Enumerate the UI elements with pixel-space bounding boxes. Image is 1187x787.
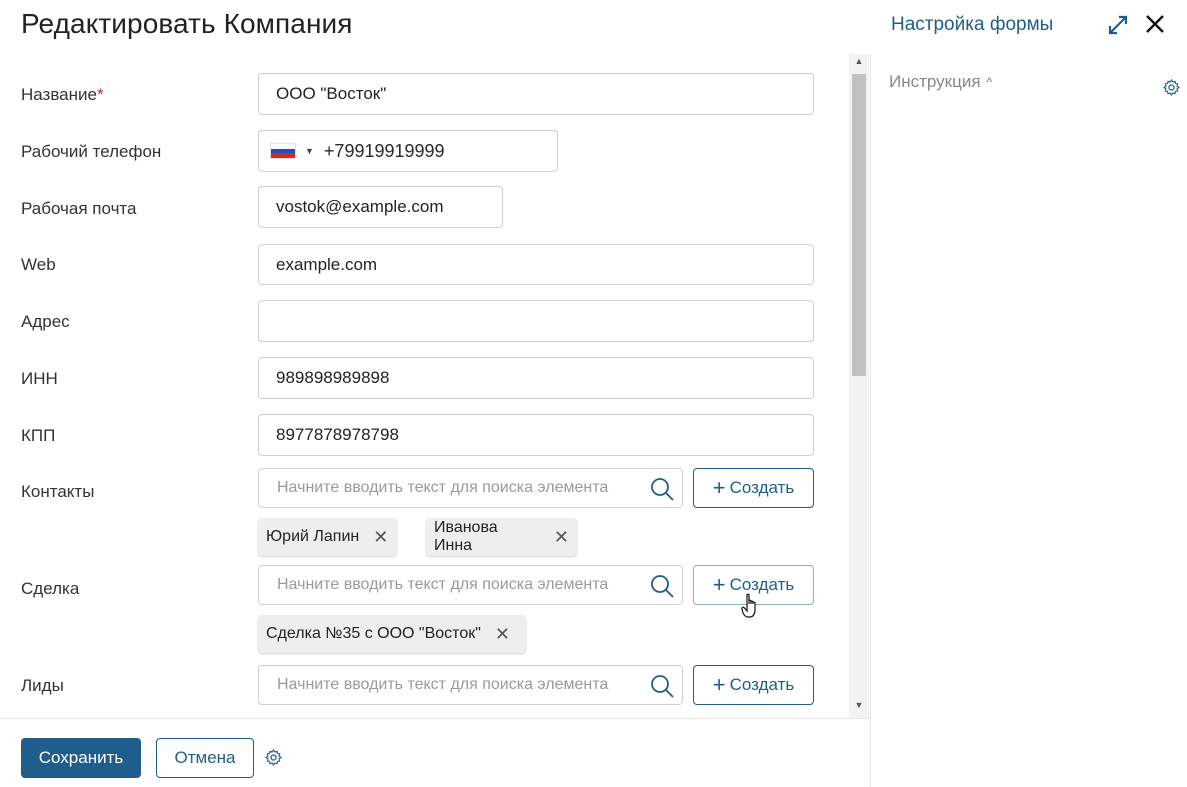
- web-label: Web: [21, 255, 56, 274]
- scrollbar[interactable]: ▲ ▼: [849, 54, 869, 718]
- chevron-up-icon: ^: [986, 75, 993, 89]
- contacts-label: Контакты: [21, 482, 95, 501]
- scroll-down-icon[interactable]: ▼: [849, 700, 869, 716]
- contacts-create-button[interactable]: + Создать: [693, 468, 814, 508]
- leads-create-button[interactable]: + Создать: [693, 665, 814, 705]
- email-label: Рабочая почта: [21, 199, 137, 218]
- contacts-search-placeholder: Начните вводить текст для поиска элемент…: [277, 479, 609, 496]
- gear-icon[interactable]: [264, 748, 283, 767]
- cancel-button[interactable]: Отмена: [156, 738, 254, 778]
- address-field[interactable]: [258, 300, 814, 342]
- deal-search-input[interactable]: Начните вводить текст для поиска элемент…: [258, 565, 683, 605]
- contact-tag: Иванова Инна ✕: [426, 518, 577, 556]
- kpp-field[interactable]: 8977878978798: [258, 414, 814, 456]
- instruction-toggle[interactable]: Инструкция ^: [889, 72, 992, 92]
- hand-cursor-icon: [741, 593, 756, 618]
- search-icon[interactable]: [649, 476, 675, 502]
- page-title: Редактировать Компания: [21, 8, 353, 39]
- address-label: Адрес: [21, 312, 70, 331]
- remove-icon[interactable]: ✕: [373, 527, 388, 548]
- name-label: Название*: [21, 85, 104, 104]
- deal-search-placeholder: Начните вводить текст для поиска элемент…: [277, 576, 609, 593]
- email-field[interactable]: vostok@example.com: [258, 186, 503, 228]
- contact-tag: Юрий Лапин ✕: [258, 518, 397, 556]
- panel-divider: [870, 54, 871, 787]
- russia-flag-icon[interactable]: [270, 143, 296, 159]
- close-icon[interactable]: [1142, 11, 1168, 37]
- plus-icon: +: [712, 672, 726, 697]
- inn-label: ИНН: [21, 369, 58, 388]
- name-field[interactable]: ООО "Восток": [258, 73, 814, 115]
- gear-icon[interactable]: [1162, 78, 1181, 97]
- leads-label: Лиды: [21, 676, 64, 695]
- phone-value: +79919919999: [323, 140, 445, 161]
- expand-icon[interactable]: [1106, 13, 1130, 37]
- chevron-down-icon[interactable]: ▼: [305, 146, 314, 156]
- kpp-label: КПП: [21, 426, 56, 445]
- remove-icon[interactable]: ✕: [554, 527, 569, 548]
- deal-tag: Сделка №35 с ООО "Восток" ✕: [258, 615, 526, 653]
- leads-search-input[interactable]: Начните вводить текст для поиска элемент…: [258, 665, 683, 705]
- web-field[interactable]: example.com: [258, 244, 814, 285]
- form-body: Название* ООО "Восток" Рабочий телефон ▼…: [0, 54, 870, 718]
- remove-icon[interactable]: ✕: [495, 624, 510, 645]
- footer: Сохранить Отмена: [0, 718, 870, 787]
- phone-field[interactable]: ▼ +79919919999: [258, 130, 558, 172]
- search-icon[interactable]: [649, 673, 675, 699]
- plus-icon: +: [712, 475, 726, 500]
- deal-label: Сделка: [21, 579, 80, 598]
- scrollbar-thumb[interactable]: [852, 74, 866, 376]
- form-settings-link[interactable]: Настройка формы: [891, 14, 1053, 36]
- scroll-up-icon[interactable]: ▲: [849, 56, 869, 72]
- plus-icon: +: [712, 572, 726, 597]
- save-button[interactable]: Сохранить: [21, 738, 141, 778]
- leads-search-placeholder: Начните вводить текст для поиска элемент…: [277, 676, 609, 693]
- contacts-search-input[interactable]: Начните вводить текст для поиска элемент…: [258, 468, 683, 508]
- search-icon[interactable]: [649, 573, 675, 599]
- inn-field[interactable]: 989898989898: [258, 357, 814, 399]
- phone-label: Рабочий телефон: [21, 142, 162, 161]
